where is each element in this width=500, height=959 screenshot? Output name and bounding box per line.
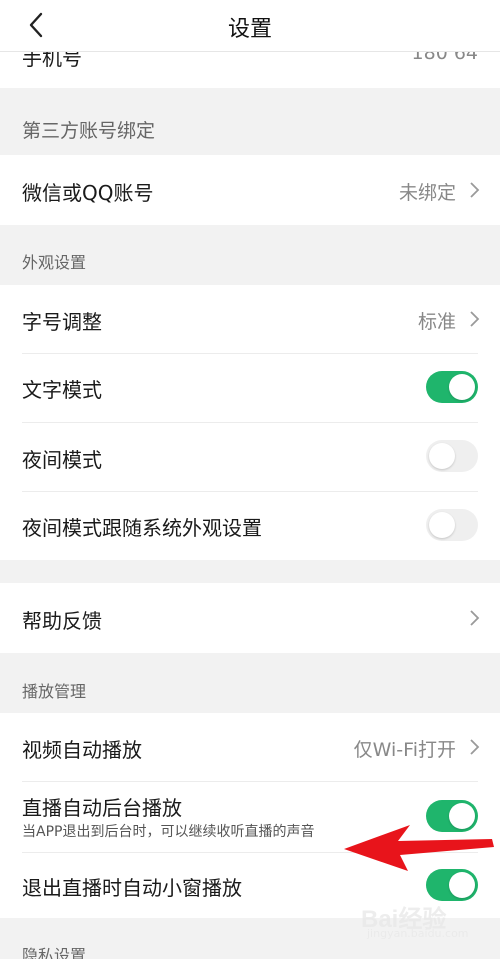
wechat-qq-label: 微信或QQ账号 — [22, 181, 154, 205]
chevron-right-icon — [470, 182, 480, 198]
divider — [22, 781, 478, 782]
divider — [22, 353, 478, 354]
text-mode-toggle[interactable] — [426, 371, 478, 403]
section-appearance: 外观设置 — [0, 225, 500, 285]
night-follow-system-toggle[interactable] — [426, 509, 478, 541]
toggle-knob — [449, 374, 475, 400]
red-arrow-annotation — [344, 825, 494, 871]
live-mini-window-label: 退出直播时自动小窗播放 — [22, 876, 242, 900]
wechat-qq-value: 未绑定 — [398, 182, 456, 204]
section-third-party: 第三方账号绑定 — [0, 88, 500, 155]
night-mode-label: 夜间模式 — [22, 448, 102, 472]
font-size-label: 字号调整 — [22, 310, 102, 334]
text-mode-row: 文字模式 — [0, 353, 500, 422]
divider — [22, 491, 478, 492]
chevron-right-icon — [470, 739, 480, 755]
section-title-privacy: 隐私设置 — [22, 946, 87, 959]
divider — [22, 422, 478, 423]
help-feedback-label: 帮助反馈 — [22, 609, 102, 633]
section-title-playback: 播放管理 — [22, 682, 87, 701]
video-autoplay-label: 视频自动播放 — [22, 738, 142, 762]
night-mode-toggle[interactable] — [426, 440, 478, 472]
video-autoplay-row[interactable]: 视频自动播放 仅Wi-Fi打开 — [0, 713, 500, 781]
font-size-row[interactable]: 字号调整 标准 — [0, 285, 500, 353]
top-bar: 设置 — [0, 0, 500, 52]
section-playback: 播放管理 — [0, 653, 500, 713]
watermark-url: jingyan.baidu.com — [367, 927, 469, 940]
toggle-knob — [429, 512, 455, 538]
night-follow-system-row: 夜间模式跟随系统外观设置 — [0, 491, 500, 560]
text-mode-label: 文字模式 — [22, 378, 102, 402]
chevron-right-icon — [470, 610, 480, 626]
toggle-knob — [449, 872, 475, 898]
page-title: 设置 — [227, 17, 272, 42]
night-follow-system-label: 夜间模式跟随系统外观设置 — [22, 516, 262, 540]
font-size-value: 标准 — [417, 311, 456, 333]
help-feedback-row[interactable]: 帮助反馈 — [0, 583, 500, 653]
night-mode-row: 夜间模式 — [0, 422, 500, 491]
section-title-appearance: 外观设置 — [22, 253, 87, 272]
live-background-label: 直播自动后台播放 — [22, 796, 182, 820]
live-background-subtitle: 当APP退出到后台时，可以继续收听直播的声音 — [22, 824, 315, 840]
watermark: Bai经验 jingyan.baidu.com — [361, 897, 486, 945]
section-title-third-party: 第三方账号绑定 — [22, 120, 156, 142]
toggle-knob — [429, 443, 455, 469]
chevron-right-icon — [470, 311, 480, 327]
wechat-qq-row[interactable]: 微信或QQ账号 未绑定 — [0, 155, 500, 225]
video-autoplay-value: 仅Wi-Fi打开 — [353, 739, 456, 761]
